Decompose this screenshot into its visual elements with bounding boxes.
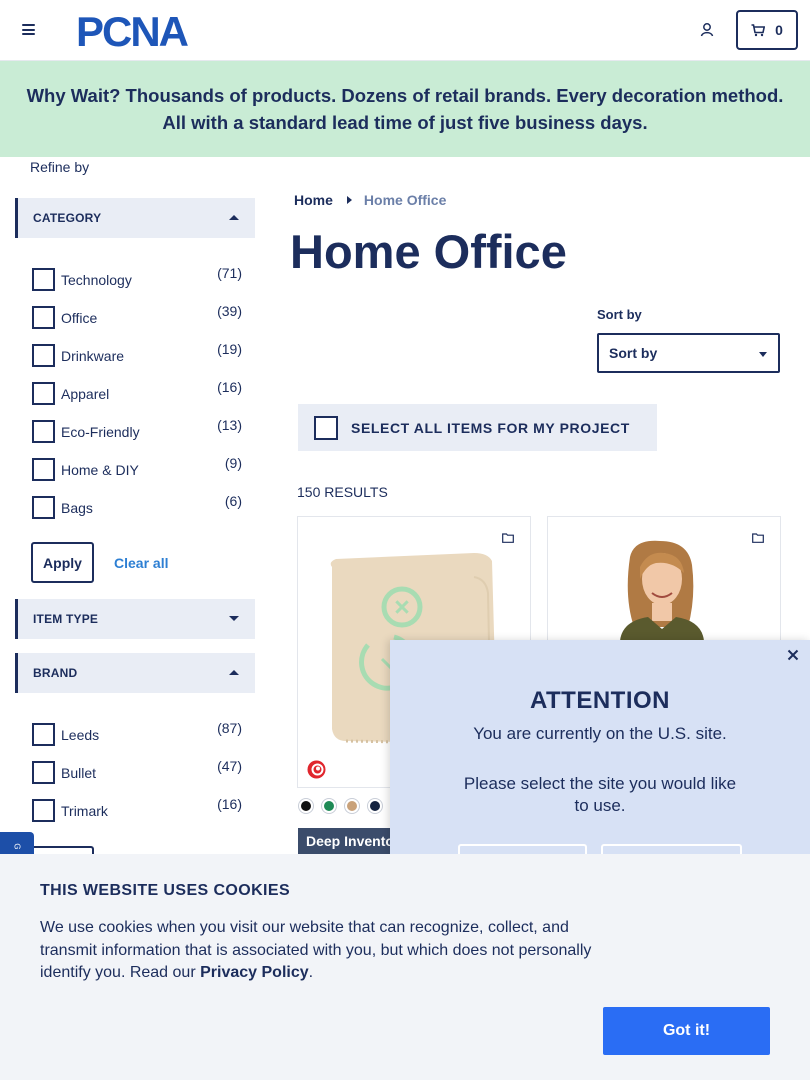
filter-option[interactable]: Technology (71) <box>32 265 242 291</box>
filter-option-count: (47) <box>217 758 242 774</box>
filter-option-label: Trimark <box>61 803 108 819</box>
filter-option[interactable]: Bags (6) <box>32 493 242 519</box>
cart-icon <box>751 23 766 36</box>
checkbox[interactable] <box>32 458 55 481</box>
filter-option-label: Home & DIY <box>61 462 139 478</box>
filter-option-label: Bullet <box>61 765 97 781</box>
filter-item-type-title: ITEM TYPE <box>33 612 99 626</box>
modal-prompt: Please select the site you would like to… <box>463 774 737 815</box>
color-swatches <box>299 799 382 813</box>
cookie-banner: THIS WEBSITE USES COOKIES We use cookies… <box>0 854 810 1080</box>
breadcrumb-current: Home Office <box>363 192 447 208</box>
chevron-down-icon <box>229 616 239 621</box>
accept-cookies-button[interactable]: Got it! <box>603 1007 770 1055</box>
account-icon[interactable] <box>700 22 716 38</box>
select-all-items[interactable]: SELECT ALL ITEMS FOR MY PROJECT <box>298 404 657 451</box>
filter-option-count: (39) <box>217 303 242 319</box>
breadcrumb: Home Home Office <box>294 192 446 208</box>
color-swatch[interactable] <box>368 799 382 813</box>
filter-category-title: CATEGORY <box>33 211 102 225</box>
filter-option-label: Bags <box>61 500 93 516</box>
chevron-down-icon <box>759 352 767 357</box>
apply-button[interactable]: Apply <box>31 542 94 583</box>
filter-brand-header[interactable]: BRAND <box>15 653 255 693</box>
checkbox[interactable] <box>32 382 55 405</box>
checkbox[interactable] <box>32 761 55 784</box>
filter-option[interactable]: Eco-Friendly (13) <box>32 417 242 443</box>
select-all-label: SELECT ALL ITEMS FOR MY PROJECT <box>351 419 630 436</box>
chevron-up-icon <box>229 215 239 220</box>
cart-count: 0 <box>775 22 783 38</box>
product-image-model[interactable] <box>548 517 780 641</box>
cookie-text: We use cookies when you visit our websit… <box>40 917 600 985</box>
checkbox[interactable] <box>32 723 55 746</box>
sort-select[interactable]: Sort by <box>597 333 780 373</box>
checkbox[interactable] <box>32 799 55 822</box>
checkbox[interactable] <box>32 496 55 519</box>
checkbox[interactable] <box>314 415 338 440</box>
refine-by-label: Refine by <box>30 159 90 175</box>
clear-all-link[interactable]: Clear all <box>114 555 168 571</box>
chevron-right-icon <box>346 196 352 204</box>
pcna-logo[interactable]: PCNA <box>76 11 226 51</box>
site-header: PCNA 0 <box>0 0 810 61</box>
cookie-text-period: . <box>308 964 314 981</box>
svg-text:PCNA: PCNA <box>76 11 189 51</box>
filter-option-label: Eco-Friendly <box>61 424 140 440</box>
filter-option[interactable]: Bullet (47) <box>32 758 242 784</box>
chevron-up-icon <box>229 670 239 675</box>
filter-option-count: (16) <box>217 796 242 812</box>
cookie-title: THIS WEBSITE USES COOKIES <box>40 882 291 899</box>
filter-option-count: (87) <box>217 720 242 736</box>
filter-option-label: Office <box>61 310 98 326</box>
eco-badge-icon <box>307 760 326 779</box>
checkbox[interactable] <box>32 306 55 329</box>
promo-banner-text: Why Wait? Thousands of products. Dozens … <box>26 85 784 133</box>
breadcrumb-home-link[interactable]: Home <box>294 192 333 208</box>
promo-banner: Why Wait? Thousands of products. Dozens … <box>0 61 810 157</box>
sort-label: Sort by <box>597 307 642 322</box>
filter-option[interactable]: Home & DIY (9) <box>32 455 242 481</box>
filter-category-header[interactable]: CATEGORY <box>15 198 255 238</box>
checkbox[interactable] <box>32 420 55 443</box>
modal-title: ATTENTION <box>529 687 671 714</box>
filter-option-count: (6) <box>224 493 242 509</box>
checkbox[interactable] <box>32 268 55 291</box>
feedback-tab-label: G <box>12 843 22 850</box>
sort-selected-value: Sort by <box>609 345 658 361</box>
site-select-modal: ATTENTION You are currently on the U.S. … <box>390 640 810 856</box>
modal-subtitle: You are currently on the U.S. site. <box>473 724 727 743</box>
filter-option-count: (19) <box>217 341 242 357</box>
color-swatch[interactable] <box>299 799 313 813</box>
results-count: 150 RESULTS <box>297 484 388 500</box>
privacy-policy-link[interactable]: Privacy Policy <box>200 964 309 981</box>
filter-item-type-header[interactable]: ITEM TYPE <box>15 599 255 639</box>
filter-option-count: (71) <box>217 265 242 281</box>
filter-option-label: Drinkware <box>61 348 125 364</box>
filter-option-label: Apparel <box>61 386 110 402</box>
cart-button[interactable]: 0 <box>736 10 798 50</box>
filter-option-label: Technology <box>61 272 132 288</box>
menu-icon[interactable] <box>22 24 35 35</box>
filter-option[interactable]: Drinkware (19) <box>32 341 242 367</box>
filter-option-count: (13) <box>217 417 242 433</box>
filter-option-count: (16) <box>217 379 242 395</box>
filter-option[interactable]: Office (39) <box>32 303 242 329</box>
cookie-text-body: We use cookies when you visit our websit… <box>40 919 592 981</box>
filter-option-count: (9) <box>224 455 242 471</box>
filter-option[interactable]: Trimark (16) <box>32 796 242 822</box>
page-title: Home Office <box>290 225 567 278</box>
filter-brand-title: BRAND <box>33 666 78 680</box>
color-swatch[interactable] <box>345 799 359 813</box>
filter-option-label: Leeds <box>61 727 100 743</box>
filter-option[interactable]: Apparel (16) <box>32 379 242 405</box>
filter-option[interactable]: Leeds (87) <box>32 720 242 746</box>
color-swatch[interactable] <box>322 799 336 813</box>
checkbox[interactable] <box>32 344 55 367</box>
close-icon[interactable] <box>786 648 800 662</box>
